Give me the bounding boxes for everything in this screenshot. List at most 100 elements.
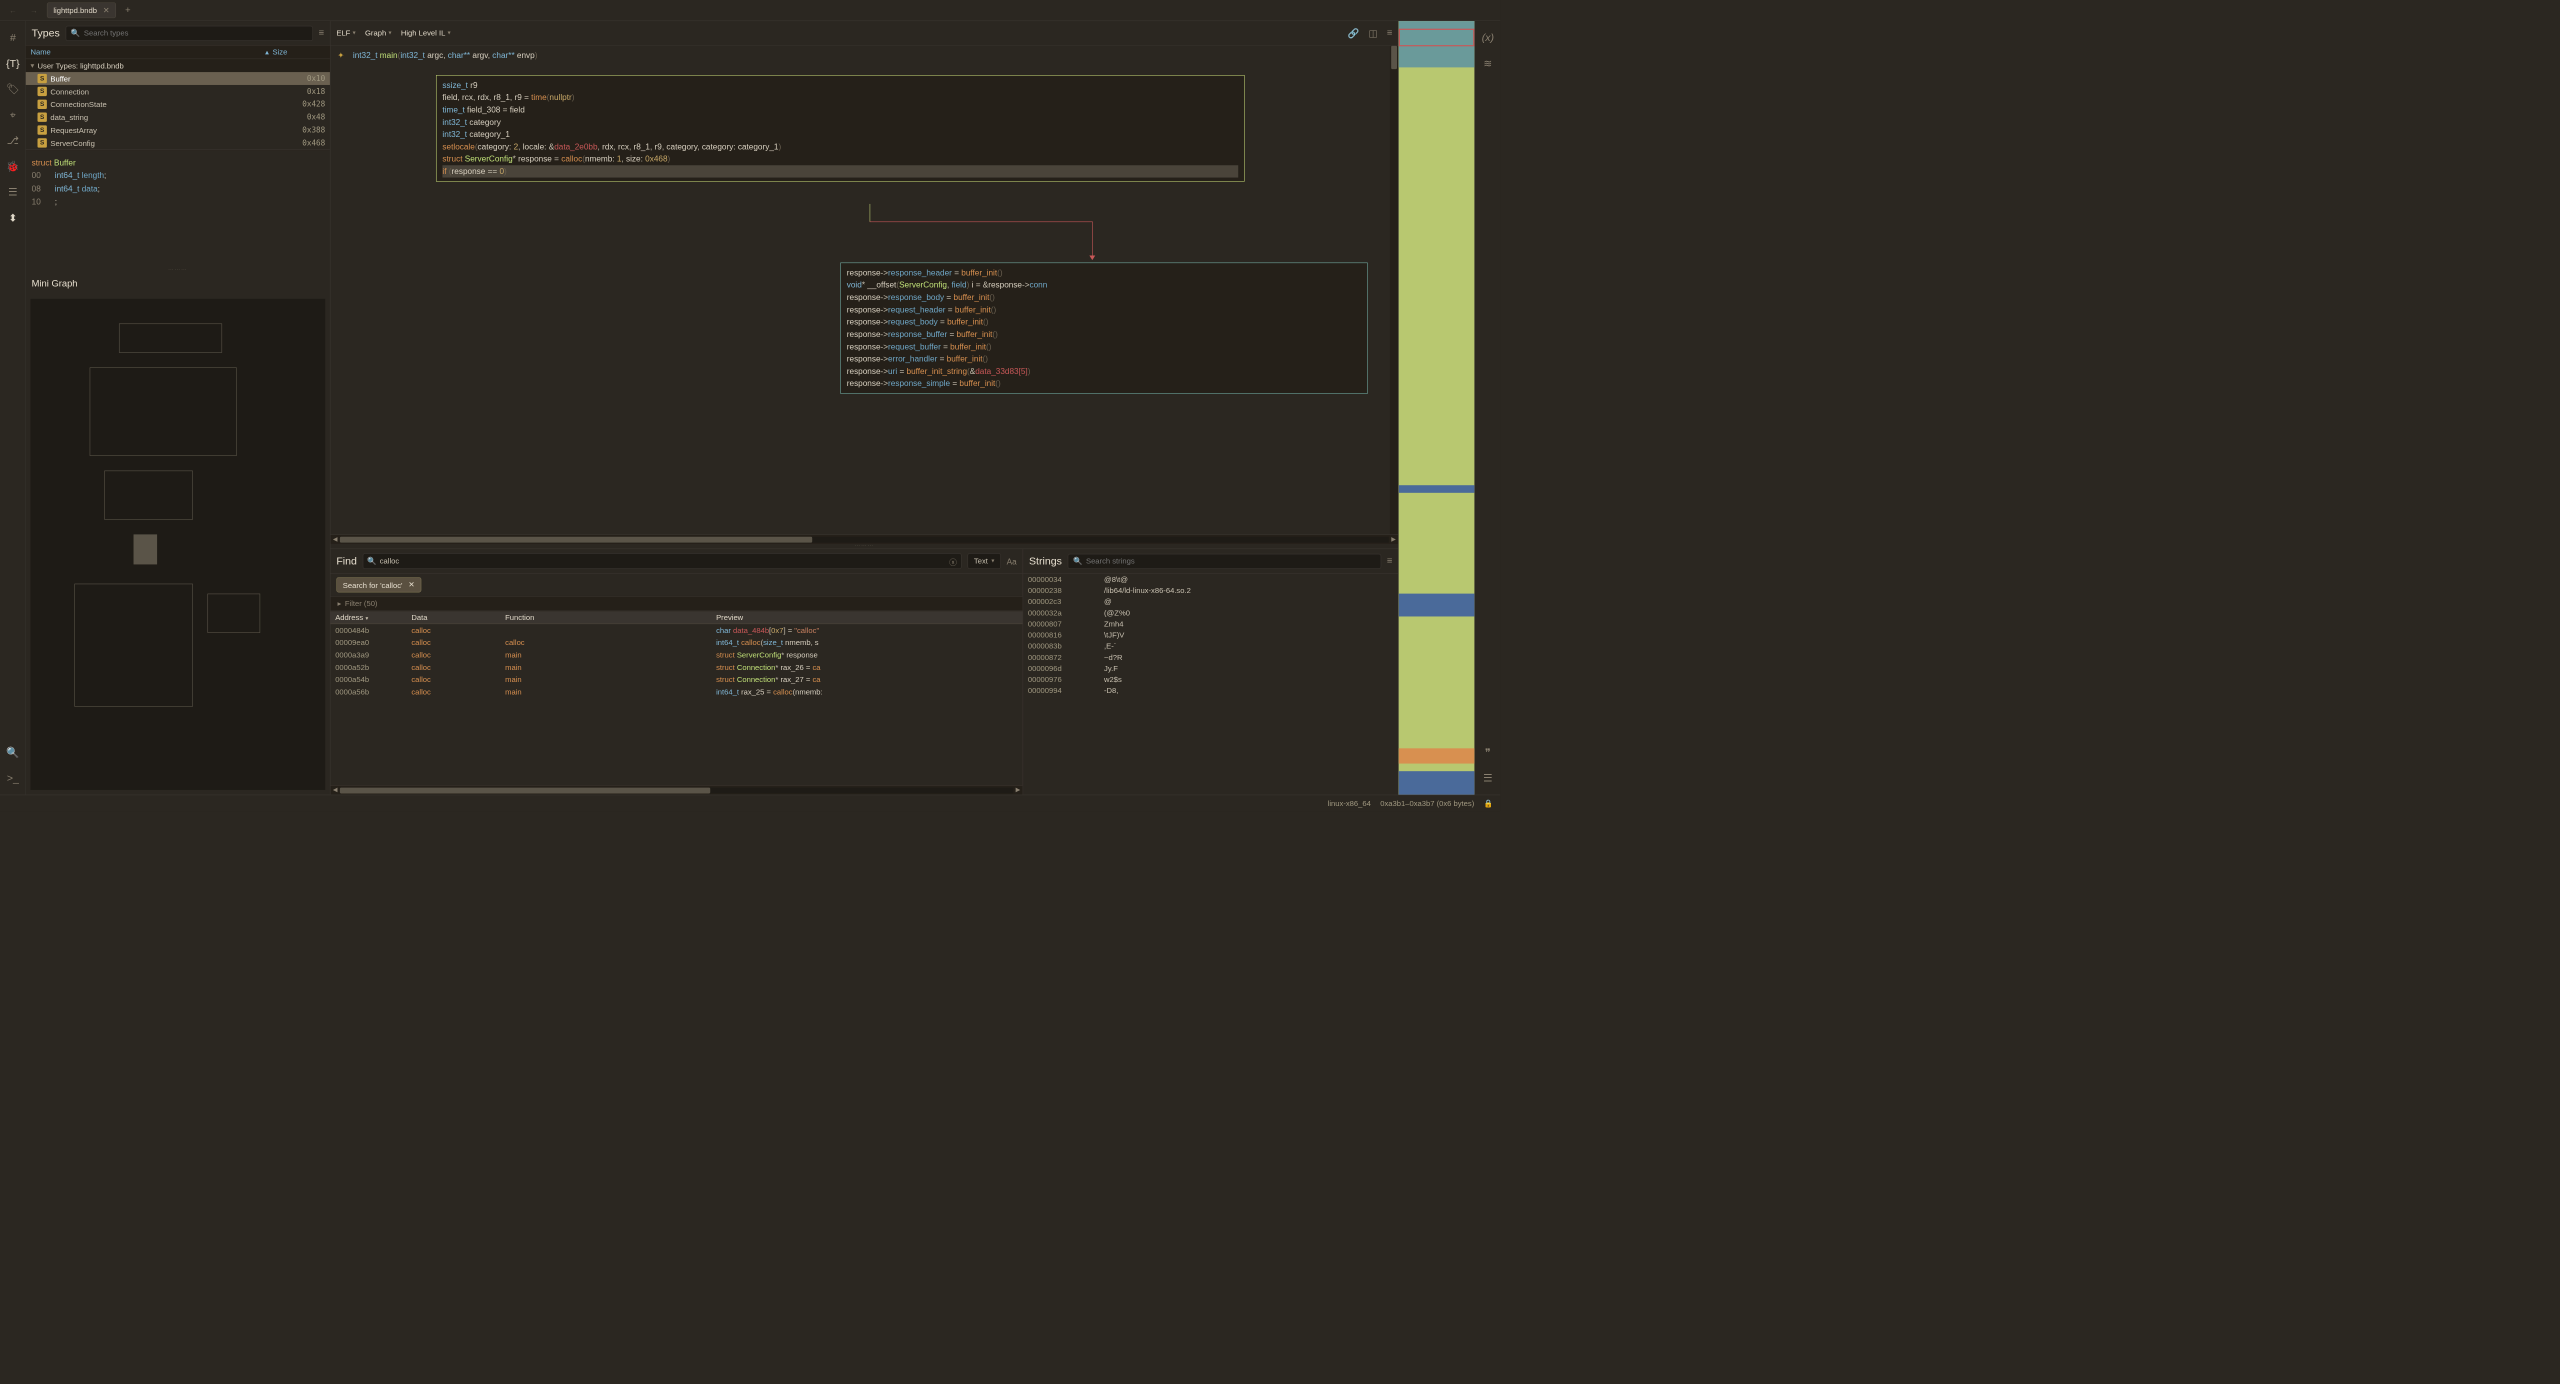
struct-tag-icon: S — [38, 87, 47, 96]
struct-preview: struct Buffer 00 int64_t length;08 int64… — [26, 150, 330, 267]
find-filter-row[interactable]: ▸Filter (50) — [331, 596, 1023, 611]
branch-icon[interactable]: ⎇ — [0, 129, 26, 152]
graph-view[interactable]: ✦ int32_t main(int32_t argc, char** argv… — [331, 46, 1399, 535]
strings-search-input[interactable] — [1086, 557, 1376, 566]
file-tab[interactable]: lighttpd.bndb ✕ — [47, 2, 116, 18]
layers-icon[interactable]: ≋ — [1475, 52, 1501, 75]
file-type-dropdown[interactable]: ELF▾ — [336, 29, 355, 38]
string-row[interactable]: 000002c3 @ — [1023, 596, 1398, 607]
struct-tag-icon: S — [38, 138, 47, 147]
split-icon[interactable]: ◫ — [1369, 27, 1378, 39]
struct-tag-icon: S — [38, 113, 47, 122]
stack-icon[interactable]: ☰ — [0, 180, 26, 203]
type-row[interactable]: SConnectionState0x428 — [26, 98, 330, 111]
graph-block[interactable]: ssize_t r9field, rcx, rdx, r8_1, r9 = ti… — [436, 75, 1245, 182]
variable-icon[interactable]: (x) — [1475, 26, 1501, 49]
types-search-box[interactable]: 🔍 — [66, 25, 313, 40]
col-preview[interactable]: Preview — [716, 613, 1018, 622]
close-icon[interactable]: ✕ — [408, 580, 414, 589]
types-icon[interactable]: {T} — [0, 52, 26, 75]
string-row[interactable]: 00000976w2$s — [1023, 674, 1398, 685]
center-panel: ELF▾ Graph▾ High Level IL▾ 🔗 ◫ ≡ ✦ int32… — [331, 21, 1399, 795]
find-hscroll[interactable]: ◀ ▶ — [331, 785, 1023, 794]
close-icon[interactable]: ✕ — [103, 5, 110, 15]
hierarchy-icon[interactable]: ⬍ — [0, 206, 26, 229]
tag-icon[interactable]: 🏷 — [0, 77, 26, 100]
function-signature: ✦ int32_t main(int32_t argc, char** argv… — [338, 50, 538, 60]
find-result-row[interactable]: 0000a56bcallocmainint64_t rax_25 = callo… — [331, 686, 1023, 698]
location-icon[interactable]: ⌖ — [0, 103, 26, 126]
string-row[interactable]: 00000816\tJF)V — [1023, 629, 1398, 640]
find-result-row[interactable]: 0000a52bcallocmainstruct Connection* rax… — [331, 661, 1023, 673]
bug-icon[interactable]: 🐞 — [0, 155, 26, 178]
clear-icon[interactable]: ⓧ — [949, 556, 957, 567]
string-row[interactable]: 00000807Zmh4 — [1023, 618, 1398, 629]
types-list: Name ▴ Size ▾ User Types: lighttpd.bndb … — [26, 46, 330, 150]
col-name[interactable]: Name — [30, 47, 265, 56]
type-row[interactable]: Sdata_string0x48 — [26, 111, 330, 124]
string-row[interactable]: 00000238/lib64/ld-linux-x86-64.so.2 — [1023, 585, 1398, 596]
nav-back-button[interactable]: ← — [5, 2, 21, 18]
scroll-right-icon[interactable]: ▶ — [1389, 536, 1398, 542]
col-data[interactable]: Data — [411, 613, 505, 622]
quote-icon[interactable]: ❞ — [1475, 741, 1501, 764]
string-row[interactable]: 0000096dJy.F — [1023, 663, 1398, 674]
search-rail-icon[interactable]: 🔍 — [0, 741, 26, 764]
struct-tag-icon: S — [38, 100, 47, 109]
scroll-left-icon[interactable]: ◀ — [331, 787, 340, 793]
status-arch: linux-x86_64 — [1328, 799, 1371, 808]
strings-header: Strings 🔍 ≡ — [1023, 549, 1398, 574]
find-input[interactable] — [363, 553, 962, 569]
list-icon[interactable]: ☰ — [1475, 766, 1501, 789]
find-result-row[interactable]: 0000484bcallocchar data_484b[0x7] = "cal… — [331, 624, 1023, 636]
console-icon[interactable]: >_ — [0, 766, 26, 789]
nav-forward-button[interactable]: → — [26, 2, 42, 18]
col-function[interactable]: Function — [505, 613, 716, 622]
left-tool-rail: # {T} 🏷 ⌖ ⎇ 🐞 ☰ ⬍ 🔍 >_ — [0, 21, 26, 795]
sparkle-icon: ✦ — [338, 50, 345, 59]
type-group-row[interactable]: ▾ User Types: lighttpd.bndb — [26, 59, 330, 72]
mini-graph-title: Mini Graph — [32, 279, 78, 290]
menu-icon[interactable]: ≡ — [1387, 556, 1392, 567]
struct-tag-icon: S — [38, 125, 47, 134]
find-result-row[interactable]: 0000a54bcallocmainstruct Connection* rax… — [331, 673, 1023, 685]
new-tab-button[interactable]: + — [121, 5, 135, 16]
find-type-dropdown[interactable]: Text▾ — [967, 553, 1000, 569]
link-icon[interactable]: 🔗 — [1348, 27, 1360, 39]
col-address[interactable]: Address▾ — [335, 613, 411, 622]
case-sensitive-toggle[interactable]: Aa — [1007, 556, 1017, 565]
hash-icon[interactable]: # — [0, 26, 26, 49]
string-row[interactable]: 00000994-D8, — [1023, 685, 1398, 696]
panel-title: Types — [32, 27, 60, 39]
status-range: 0xa3b1–0xa3b7 (0x6 bytes) — [1380, 799, 1474, 808]
type-row[interactable]: SServerConfig0x468 — [26, 137, 330, 150]
view-mode-dropdown[interactable]: Graph▾ — [365, 29, 391, 38]
search-chip[interactable]: Search for 'calloc' ✕ — [336, 577, 421, 592]
il-level-dropdown[interactable]: High Level IL▾ — [401, 29, 451, 38]
string-row[interactable]: 00000034@8\t@ — [1023, 574, 1398, 585]
feature-map[interactable] — [1398, 21, 1474, 795]
type-row[interactable]: SRequestArray0x388 — [26, 124, 330, 137]
find-result-row[interactable]: 00009ea0calloccallocint64_t calloc(size_… — [331, 636, 1023, 648]
col-size[interactable]: Size — [272, 47, 325, 56]
search-icon: 🔍 — [367, 557, 376, 566]
graph-vscroll[interactable] — [1390, 46, 1398, 535]
mini-graph-panel: Mini Graph — [26, 272, 330, 795]
graph-block[interactable]: response->response_header = buffer_init(… — [840, 263, 1367, 394]
type-row[interactable]: SBuffer0x10 — [26, 72, 330, 85]
types-search-input[interactable] — [84, 29, 308, 38]
menu-icon[interactable]: ≡ — [319, 28, 324, 39]
find-input-wrap: 🔍 ⓧ — [363, 553, 962, 569]
find-result-row[interactable]: 0000a3a9callocmainstruct ServerConfig* r… — [331, 649, 1023, 661]
scroll-right-icon[interactable]: ▶ — [1013, 787, 1022, 793]
scroll-left-icon[interactable]: ◀ — [331, 536, 340, 542]
string-row[interactable]: 0000083b,E-` — [1023, 640, 1398, 651]
menu-icon[interactable]: ≡ — [1387, 28, 1392, 39]
strings-panel: Strings 🔍 ≡ 00000034@8\t@00000238/lib64/… — [1023, 549, 1398, 795]
string-row[interactable]: 00000872~d?R — [1023, 652, 1398, 663]
lock-icon[interactable]: 🔒 — [1484, 798, 1493, 807]
strings-search-box[interactable]: 🔍 — [1068, 553, 1381, 568]
type-row[interactable]: SConnection0x18 — [26, 85, 330, 98]
string-row[interactable]: 0000032a(@Z%0 — [1023, 607, 1398, 618]
mini-graph[interactable] — [30, 299, 325, 790]
